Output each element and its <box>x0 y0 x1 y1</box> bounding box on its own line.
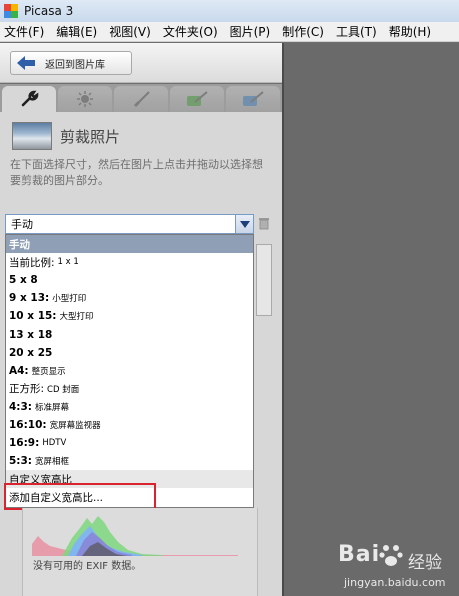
crop-option-label: 10 x 15: <box>9 310 57 323</box>
menu-help[interactable]: 帮助(H) <box>389 23 431 40</box>
menu-picture[interactable]: 图片(P) <box>230 23 271 40</box>
tab-effects[interactable] <box>114 86 168 112</box>
crop-option[interactable]: A4: 整页显示 <box>6 362 253 380</box>
crop-size-dropdown-list: 手动 当前比例: 1 x 15 x 89 x 13: 小型打印 10 x 15: 大型打印… <box>5 234 254 508</box>
paw-icon <box>379 545 403 566</box>
picasa-logo-icon <box>4 4 18 18</box>
sun-icon <box>77 91 93 107</box>
crop-option-sublabel: 标准屏幕 <box>35 402 70 413</box>
panel-title: 剪裁照片 <box>60 128 121 146</box>
crop-option[interactable]: 当前比例: 1 x 1 <box>6 253 253 271</box>
crop-thumbnail <box>12 122 52 150</box>
back-arrow-icon <box>17 56 35 70</box>
menu-tools[interactable]: 工具(T) <box>336 23 377 40</box>
title-bar: Picasa 3 <box>0 0 459 22</box>
back-to-library-button[interactable]: 返回到图片库 <box>10 51 132 75</box>
toolbar: 返回到图片库 <box>0 43 282 83</box>
menu-file[interactable]: 文件(F) <box>4 23 44 40</box>
crop-option-label: 9 x 13: <box>9 292 50 305</box>
watermark-logo: Bai <box>338 542 381 567</box>
crop-option[interactable]: 4:3: 标准屏幕 <box>6 398 253 416</box>
crop-option[interactable]: 正方形: CD 封面 <box>6 380 253 398</box>
menu-edit[interactable]: 编辑(E) <box>56 23 97 40</box>
crop-option[interactable]: 5 x 8 <box>6 271 253 289</box>
back-button-label: 返回到图片库 <box>45 59 105 71</box>
crop-option-label: 4:3: <box>9 400 33 413</box>
crop-option-label: 正方形: <box>9 383 45 396</box>
tab-basic-fixes[interactable] <box>2 86 56 112</box>
panel-description: 在下面选择尺寸，然后在图片上点击并拖动以选择想要剪裁的图片部分。 <box>10 158 263 187</box>
menu-create[interactable]: 制作(C) <box>282 23 324 40</box>
crop-option-label: 13 x 18 <box>9 328 53 341</box>
crop-option-sublabel: 1 x 1 <box>57 257 79 268</box>
histogram <box>32 516 238 556</box>
green-brush-icon <box>187 91 208 106</box>
menu-view[interactable]: 视图(V) <box>109 23 151 40</box>
crop-option-label: 16:9: <box>9 437 40 450</box>
crop-option-label: 5 x 8 <box>9 274 38 287</box>
wrench-icon <box>21 90 39 107</box>
crop-option[interactable]: 9 x 13: 小型打印 <box>6 289 253 307</box>
tab-tuning[interactable] <box>58 86 112 112</box>
menu-folder[interactable]: 文件夹(O) <box>163 23 218 40</box>
side-scroll-strip <box>256 244 272 316</box>
crop-option-label: 当前比例: <box>9 256 55 269</box>
crop-option[interactable]: 13 x 18 <box>6 325 253 343</box>
select-value: 手动 <box>11 218 33 231</box>
crop-option-label: 5:3: <box>9 455 33 468</box>
crop-option-sublabel: CD 封面 <box>47 384 80 395</box>
crop-option-sublabel: 宽屏幕监视器 <box>49 420 101 431</box>
crop-option[interactable]: 20 x 25 <box>6 344 253 362</box>
crop-option-sublabel: 整页显示 <box>31 366 66 377</box>
crop-option[interactable]: 16:10: 宽屏幕监视器 <box>6 416 253 434</box>
crop-option-sublabel: 小型打印 <box>52 294 87 305</box>
crop-size-select[interactable]: 手动 <box>5 214 254 234</box>
menu-bar: 文件(F) 编辑(E) 视图(V) 文件夹(O) 图片(P) 制作(C) 工具(… <box>0 22 459 42</box>
crop-option[interactable]: 手动 <box>6 235 253 254</box>
crop-option-label: 16:10: <box>9 418 47 431</box>
crop-option-label: 20 x 25 <box>9 346 53 359</box>
edit-tabs <box>0 84 282 112</box>
crop-option-sublabel: 大型打印 <box>59 312 94 323</box>
crop-option-sublabel: 宽屏相框 <box>35 457 70 468</box>
crop-option[interactable]: 16:9: HDTV <box>6 434 253 452</box>
crop-option-sublabel: HDTV <box>42 438 67 449</box>
no-exif-text: 没有可用的 EXIF 数据。 <box>33 561 142 572</box>
blue-brush-icon <box>243 91 264 106</box>
brush-icon <box>134 91 150 107</box>
baidu-watermark: Bai 经验 jingyan.baidu.com <box>330 540 456 594</box>
photo-preview-area[interactable] <box>282 43 459 596</box>
crop-option-label: A4: <box>9 364 29 377</box>
tab-effects-2[interactable] <box>170 86 224 112</box>
chevron-down-icon <box>239 220 250 228</box>
crop-option[interactable]: 5:3: 宽屏相框 <box>6 452 253 470</box>
watermark-url: jingyan.baidu.com <box>344 576 446 589</box>
highlight-annotation <box>4 483 156 510</box>
crop-option[interactable]: 10 x 15: 大型打印 <box>6 307 253 325</box>
tab-effects-3[interactable] <box>226 86 280 112</box>
crop-option-label: 手动 <box>9 238 30 251</box>
dropdown-button[interactable] <box>235 215 253 233</box>
watermark-brand: 经验 <box>408 553 442 573</box>
window-title: Picasa 3 <box>24 4 74 18</box>
trash-icon[interactable] <box>258 216 270 230</box>
